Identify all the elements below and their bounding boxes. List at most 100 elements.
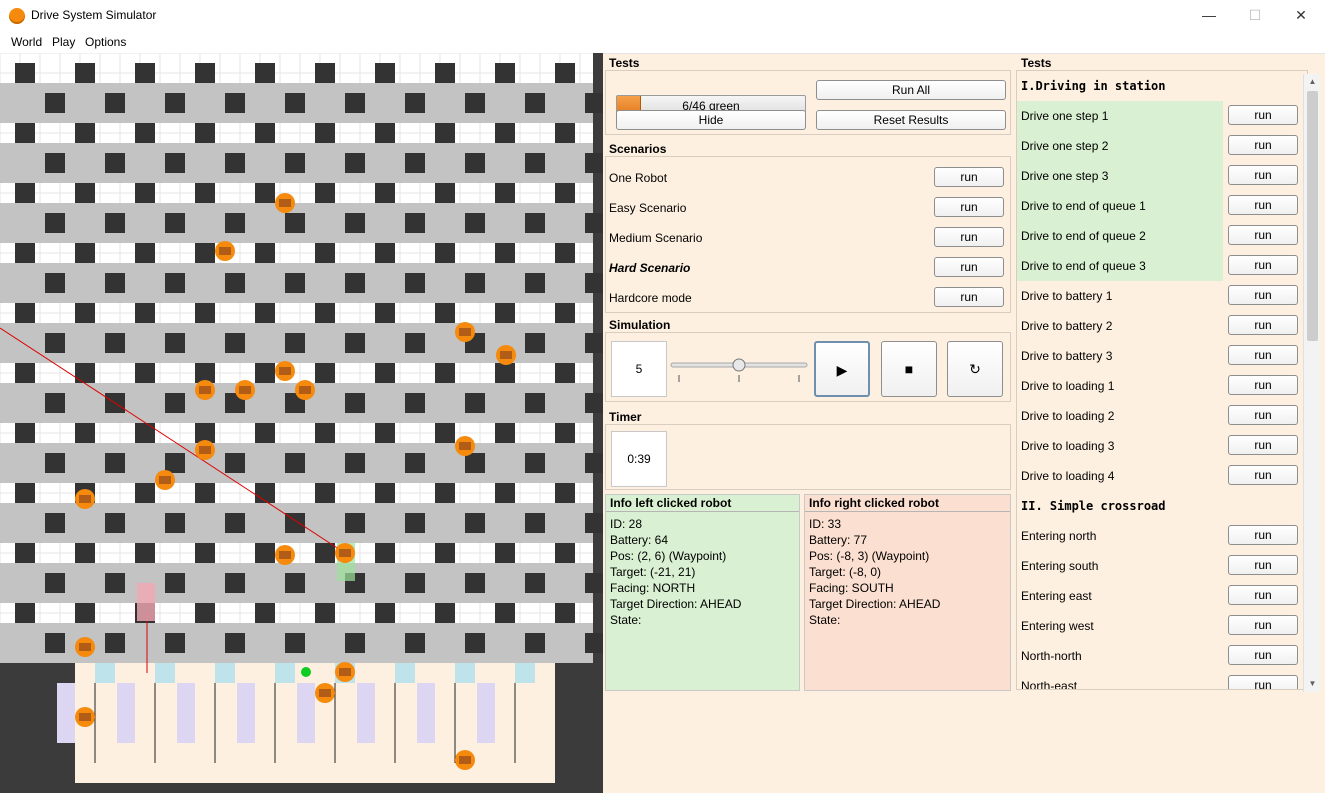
waypoint-square — [135, 423, 155, 443]
stop-button[interactable]: ■ — [881, 341, 937, 397]
info-right-line: Pos: (-8, 3) (Waypoint) — [809, 549, 930, 563]
close-button[interactable]: ✕ — [1278, 0, 1324, 32]
robot-cargo — [199, 386, 211, 394]
waypoint-square — [315, 243, 335, 263]
test-run-button[interactable]: run — [1228, 165, 1298, 185]
info-left-line: Pos: (2, 6) (Waypoint) — [610, 549, 727, 563]
scroll-up-icon[interactable]: ▲ — [1304, 74, 1321, 90]
slider-knob[interactable] — [732, 358, 746, 372]
robot-cargo — [339, 668, 351, 676]
maximize-button[interactable]: ☐ — [1232, 0, 1278, 32]
stop-icon: ■ — [904, 361, 914, 377]
waypoint-square — [75, 303, 95, 323]
waypoint-square — [525, 93, 545, 113]
robot-cargo — [459, 442, 471, 450]
scenario-run-button[interactable]: run — [934, 167, 1004, 187]
scroll-down-icon[interactable]: ▼ — [1304, 676, 1321, 692]
test-run-button[interactable]: run — [1228, 345, 1298, 365]
test-run-button[interactable]: run — [1228, 585, 1298, 605]
loading-cell — [417, 683, 435, 743]
reset-results-button[interactable]: Reset Results — [816, 110, 1006, 130]
menu-options[interactable]: Options — [85, 35, 126, 49]
test-run-button[interactable]: run — [1228, 645, 1298, 665]
test-run-button[interactable]: run — [1228, 225, 1298, 245]
waypoint-square — [345, 93, 365, 113]
waypoint-square — [405, 93, 425, 113]
scenario-run-button[interactable]: run — [934, 287, 1004, 307]
waypoint-square — [345, 633, 365, 653]
world-map[interactable] — [0, 53, 603, 793]
waypoint-square — [405, 213, 425, 233]
waypoint-square — [285, 453, 305, 473]
test-run-button[interactable]: run — [1228, 555, 1298, 575]
waypoint-square — [15, 243, 35, 263]
scroll-thumb[interactable] — [1307, 91, 1318, 341]
waypoint-square — [285, 213, 305, 233]
waypoint-square — [465, 273, 485, 293]
world-canvas[interactable] — [0, 53, 603, 793]
waypoint-square — [165, 213, 185, 233]
scenario-label: Medium Scenario — [609, 231, 703, 245]
reset-button[interactable]: ↻ — [947, 341, 1003, 397]
test-label: Drive to end of queue 1 — [1021, 199, 1146, 213]
waypoint-square — [495, 483, 515, 503]
waypoint-square — [525, 213, 545, 233]
tests-scrollbar[interactable]: ▲ ▼ — [1303, 74, 1320, 692]
test-run-button[interactable]: run — [1228, 375, 1298, 395]
hide-button[interactable]: Hide — [616, 110, 806, 130]
waypoint-square — [345, 153, 365, 173]
menu-play[interactable]: Play — [52, 35, 75, 49]
test-run-button[interactable]: run — [1228, 675, 1298, 689]
waypoint-square — [285, 93, 305, 113]
waypoint-square — [15, 423, 35, 443]
waypoint-square — [165, 393, 185, 413]
waypoint-square — [345, 333, 365, 353]
waypoint-square — [435, 603, 455, 623]
divider — [805, 511, 1010, 512]
waypoint-square — [345, 513, 365, 533]
play-button[interactable]: ▶ — [814, 341, 870, 397]
scenario-run-button[interactable]: run — [934, 257, 1004, 277]
robot-cargo — [159, 476, 171, 484]
info-right-line: Target: (-8, 0) — [809, 565, 882, 579]
waypoint-square — [75, 543, 95, 563]
test-run-button[interactable]: run — [1228, 255, 1298, 275]
test-label: Entering west — [1021, 619, 1094, 633]
waypoint-square — [525, 153, 545, 173]
scenario-run-button[interactable]: run — [934, 197, 1004, 217]
test-group-heading: I.Driving in station — [1021, 79, 1166, 93]
waypoint-square — [105, 333, 125, 353]
waypoint-square — [255, 303, 275, 323]
test-label: Drive to loading 2 — [1021, 409, 1115, 423]
test-label: Drive to end of queue 3 — [1021, 259, 1146, 273]
waypoint-square — [255, 183, 275, 203]
waypoint-square — [585, 153, 603, 173]
menu-world[interactable]: World — [11, 35, 42, 49]
test-run-button[interactable]: run — [1228, 465, 1298, 485]
waypoint-square — [465, 633, 485, 653]
waypoint-square — [225, 453, 245, 473]
test-run-button[interactable]: run — [1228, 315, 1298, 335]
scenario-run-button[interactable]: run — [934, 227, 1004, 247]
waypoint-square — [525, 573, 545, 593]
test-run-button[interactable]: run — [1228, 435, 1298, 455]
test-run-button[interactable]: run — [1228, 615, 1298, 635]
test-run-button[interactable]: run — [1228, 195, 1298, 215]
test-run-button[interactable]: run — [1228, 525, 1298, 545]
test-run-button[interactable]: run — [1228, 135, 1298, 155]
waypoint-square — [255, 363, 275, 383]
waypoint-square — [465, 153, 485, 173]
test-run-button[interactable]: run — [1228, 285, 1298, 305]
waypoint-square — [555, 483, 575, 503]
waypoint-square — [315, 183, 335, 203]
test-label: Drive one step 2 — [1021, 139, 1109, 153]
waypoint-square — [585, 273, 603, 293]
run-all-button[interactable]: Run All — [816, 80, 1006, 100]
test-run-button[interactable]: run — [1228, 105, 1298, 125]
waypoint-square — [555, 123, 575, 143]
test-label: Entering north — [1021, 529, 1097, 543]
speed-slider[interactable] — [669, 351, 809, 387]
test-run-button[interactable]: run — [1228, 405, 1298, 425]
minimize-button[interactable]: — — [1186, 0, 1232, 32]
tests-list[interactable]: I.Driving in station Drive one step 1 run D… — [1016, 70, 1308, 690]
